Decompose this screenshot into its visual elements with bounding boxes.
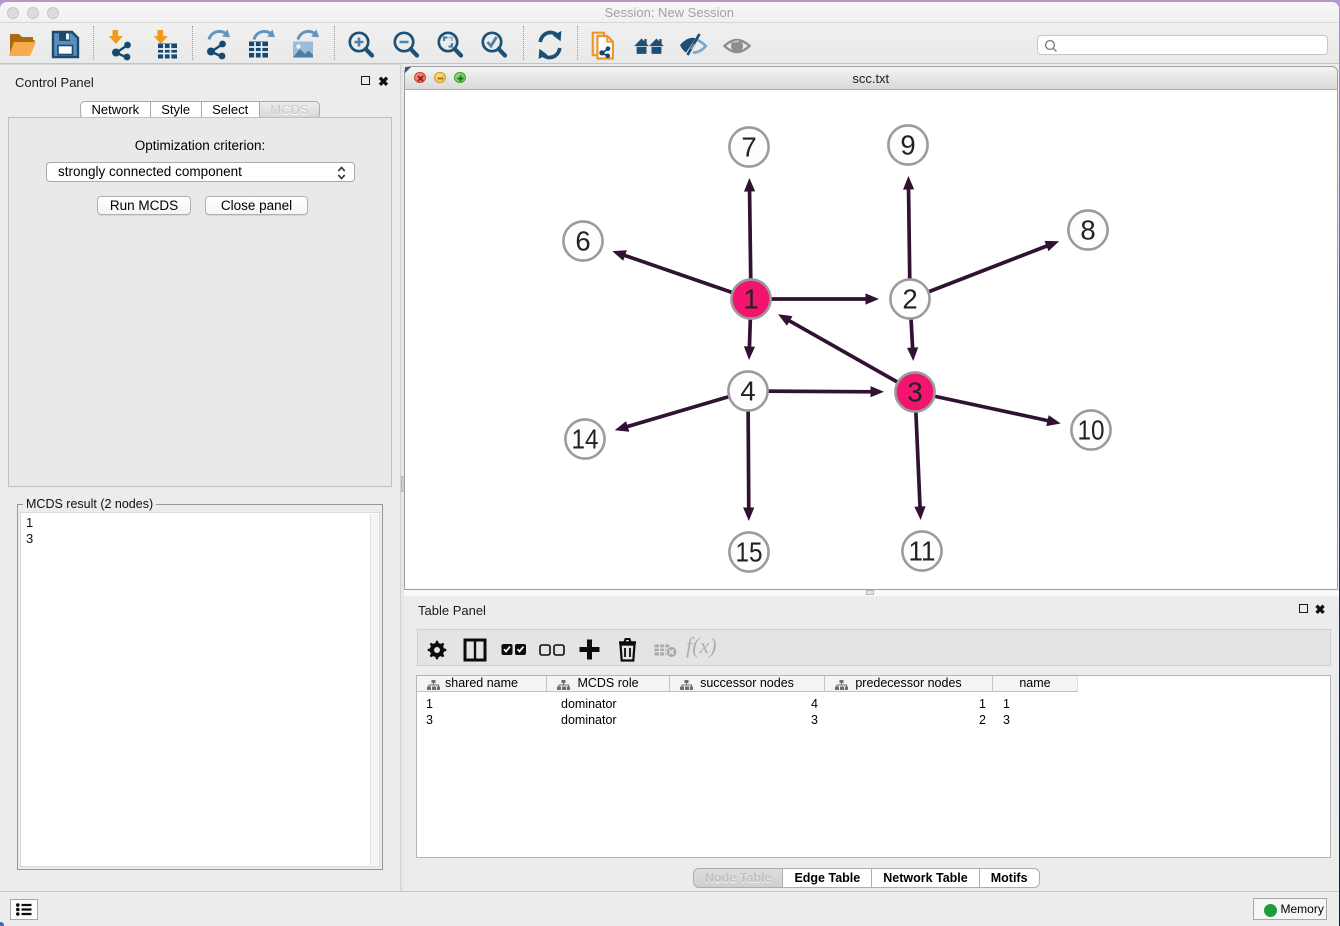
svg-text:2: 2 (902, 283, 917, 314)
svg-text:10: 10 (1078, 414, 1105, 445)
svg-text:14: 14 (572, 423, 599, 454)
svg-text:9: 9 (900, 129, 915, 160)
svg-text:11: 11 (909, 535, 936, 566)
svg-text:4: 4 (740, 375, 755, 406)
svg-text:15: 15 (736, 536, 763, 567)
svg-text:7: 7 (741, 131, 756, 162)
svg-text:3: 3 (907, 376, 922, 407)
svg-text:6: 6 (575, 225, 590, 256)
svg-text:8: 8 (1080, 214, 1095, 245)
svg-text:1: 1 (743, 283, 758, 314)
